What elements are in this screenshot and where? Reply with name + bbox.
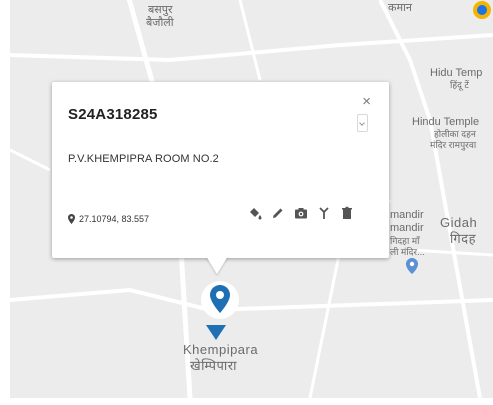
map-label-basapur-2: बैजौली	[146, 17, 174, 29]
pin-icon	[68, 214, 75, 224]
popup-coordinates: 27.10794, 83.557	[79, 214, 150, 224]
close-icon[interactable]: ×	[362, 94, 371, 109]
map-label-basapur-1: बसपुर	[148, 4, 173, 16]
map-label-hindu-temple-2: होलीका दहन	[434, 129, 476, 139]
map-label-hidu-temp-1: Hidu Temp	[430, 67, 483, 79]
map-label-gidah-1: Gidah	[440, 215, 478, 230]
location-marker-icon[interactable]	[210, 285, 230, 313]
map-label-gidah-2: गिदह	[450, 231, 476, 246]
antenna-icon[interactable]	[317, 206, 331, 220]
camera-icon[interactable]	[294, 206, 308, 220]
info-popup: S24A318285 × P.V.KHEMPIPRA ROOM NO.2 27.…	[52, 82, 389, 258]
road	[10, 148, 51, 172]
map-label-mandir-4: ली मंदिर...	[390, 247, 425, 257]
map-marker-secondary	[206, 325, 226, 340]
map-label-hindu-temple-3: मंदिर रामपुरवा	[430, 140, 477, 150]
popup-scroll-handle[interactable]	[357, 114, 368, 132]
paint-bucket-icon[interactable]	[248, 206, 262, 220]
popup-address: P.V.KHEMPIPRA ROOM NO.2	[68, 153, 219, 165]
road	[238, 0, 262, 81]
map-label-hindu-temple-1: Hindu Temple	[412, 116, 480, 128]
map-label-top-right: कमान	[388, 2, 412, 14]
pencil-icon[interactable]	[271, 206, 285, 220]
map-label-mandir-2: mandir	[390, 222, 424, 234]
map-label-hidu-temp-2: हिंदू टें	[450, 80, 469, 90]
map-label-khempipara-1: Khempipara	[183, 342, 259, 357]
map-label-mandir-3: गिदहा माँ	[390, 236, 420, 246]
trash-icon[interactable]	[340, 206, 354, 220]
popup-pointer	[206, 256, 228, 274]
popup-title: S24A318285	[68, 106, 158, 123]
road	[10, 287, 493, 313]
road	[378, 0, 482, 398]
map-label-mandir-1: mandir	[390, 209, 424, 221]
screenshot-frame: बसपुर बैजौली कमान Hidu Temp हिंदू टें Hi…	[0, 0, 493, 405]
popup-coordinates-row: 27.10794, 83.557	[68, 214, 149, 224]
map-label-khempipara-2: खेम्पिपारा	[190, 358, 237, 373]
popup-toolbar	[248, 206, 354, 220]
